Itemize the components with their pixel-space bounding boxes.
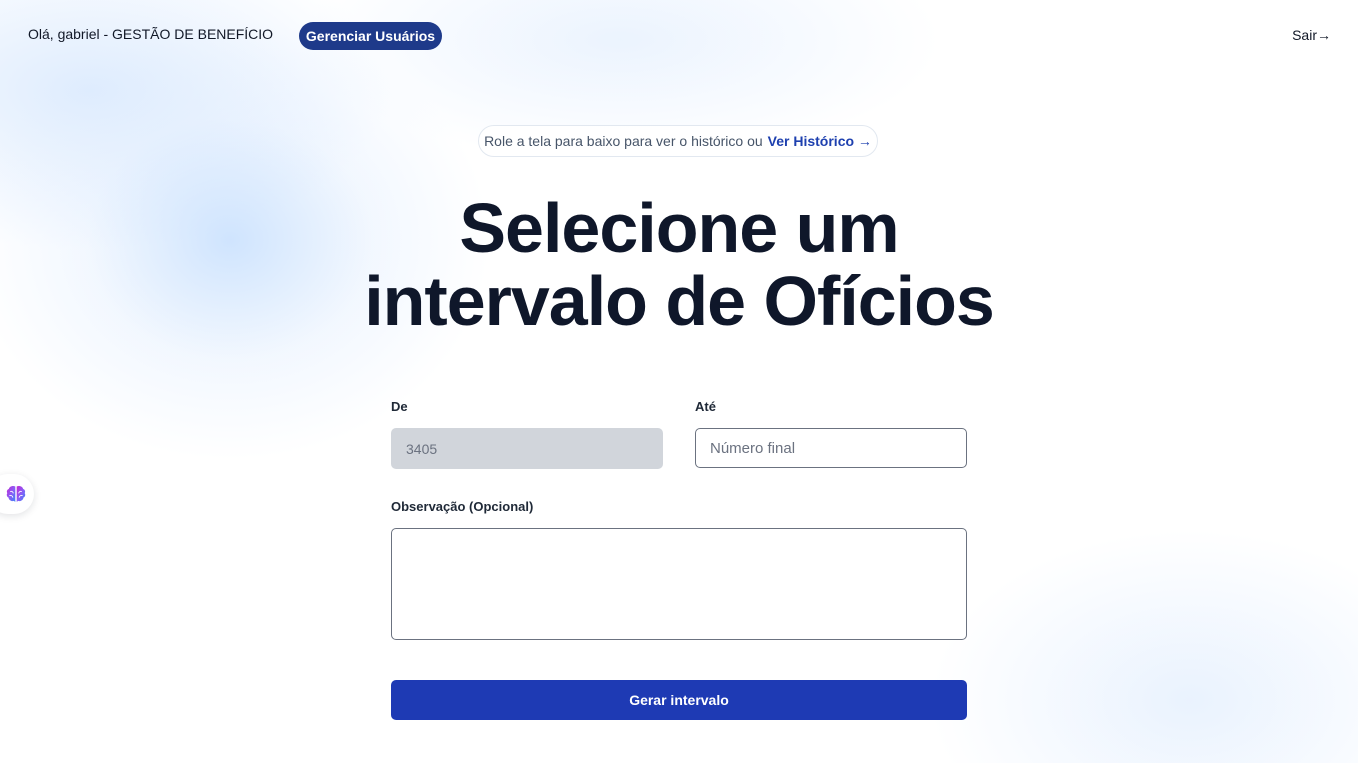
- page-title: Selecione um intervalo de Ofícios: [279, 192, 1079, 338]
- logout-link[interactable]: Sair→: [1292, 27, 1331, 43]
- observation-textarea[interactable]: [391, 528, 967, 640]
- generate-interval-button[interactable]: Gerar intervalo: [391, 680, 967, 720]
- view-history-link[interactable]: Ver Histórico →: [768, 133, 872, 149]
- to-label: Até: [695, 399, 716, 414]
- manage-users-button[interactable]: Gerenciar Usuários: [299, 22, 442, 50]
- brain-icon: [6, 486, 26, 502]
- assistant-widget-button[interactable]: [0, 474, 34, 514]
- user-greeting: Olá, gabriel - GESTÃO DE BENEFÍCIO: [28, 26, 274, 42]
- history-hint: Role a tela para baixo para ver o histór…: [478, 125, 878, 157]
- page: Olá, gabriel - GESTÃO DE BENEFÍCIO Geren…: [0, 0, 1358, 763]
- from-input: [391, 428, 663, 469]
- from-label: De: [391, 399, 408, 414]
- observation-label: Observação (Opcional): [391, 499, 534, 514]
- page-title-line-1: Selecione um: [459, 189, 899, 267]
- to-input[interactable]: [695, 428, 967, 468]
- history-hint-text: Role a tela para baixo para ver o histór…: [484, 133, 763, 149]
- page-title-line-2: intervalo de Ofícios: [364, 262, 995, 340]
